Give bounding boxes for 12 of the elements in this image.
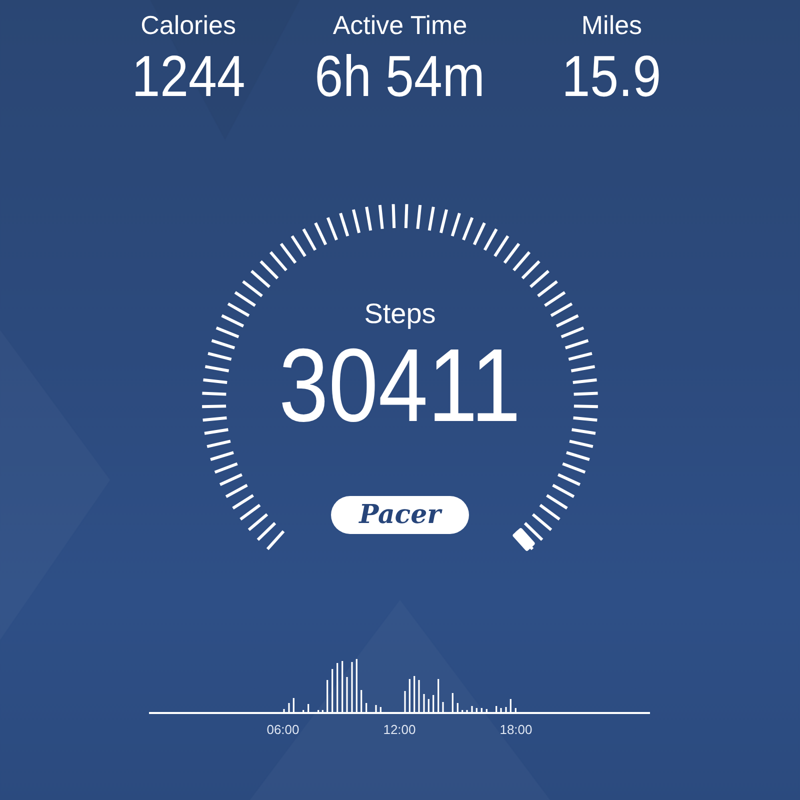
stat-label: Active Time [332,9,468,42]
steps-value: 30411 [278,331,522,441]
stat-label: Calories [140,9,236,42]
time-axis-label: 06:00 [266,722,300,737]
stat-value: 1244 [132,43,246,111]
time-axis-label: 18:00 [500,722,532,737]
time-axis-label: 12:00 [383,722,416,737]
stat-value: 6h 54m [314,43,486,111]
brand-badge: Pacer [331,496,469,534]
steps-label: Steps [364,297,436,331]
stat-label: Miles [581,9,642,42]
stat-value: 15.9 [562,43,662,111]
